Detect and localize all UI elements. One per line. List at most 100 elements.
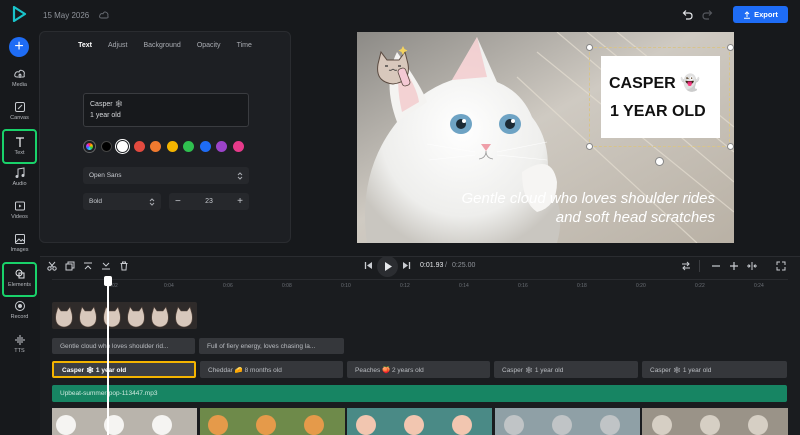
ruler-tick: 0:16 [518,283,528,289]
text-clip-selected[interactable]: Casper 🕸 1 year old [52,361,196,378]
text-properties-panel: Text Adjust Background Opacity Time Casp… [39,31,291,243]
zoom-in-icon[interactable] [729,261,739,271]
video-track[interactable] [52,408,788,435]
shapes-icon [15,269,24,279]
subtitle-clip-2[interactable]: Full of fiery energy, loves chasing la..… [199,338,344,354]
swatch-black[interactable] [100,141,112,152]
cloud-upload-icon [13,69,25,78]
sidebar-item-label: Canvas [10,115,29,121]
split-view-icon[interactable] [681,261,691,271]
font-size-value[interactable]: 23 [205,198,213,205]
sidebar-item-canvas[interactable]: Canvas [4,101,35,131]
scissors-icon[interactable] [47,261,57,271]
tab-background[interactable]: Background [135,42,188,49]
sidebar-item-label: Text [14,150,25,156]
subtitle-clip-1[interactable]: Gentle cloud who loves shoulder rid... [52,338,195,354]
resize-handle-bl[interactable] [586,143,593,150]
sidebar-item-audio[interactable]: Audio [4,167,35,197]
sidebar-item-videos[interactable]: Videos [4,200,35,230]
ruler-tick: 0:18 [577,283,587,289]
sidebar-item-elements[interactable]: Elements [2,262,37,297]
resize-handle-br[interactable] [727,143,734,150]
subtitle-line-1[interactable]: Gentle cloud who loves shoulder rides [357,190,715,207]
sidebar-item-label: Record [10,314,29,320]
bring-forward-icon[interactable] [83,261,93,271]
increase-size-button[interactable]: + [237,196,243,207]
video-icon [14,201,25,211]
text-clip[interactable]: Cheddar 🧀 8 months old [200,361,343,378]
tab-opacity[interactable]: Opacity [189,42,229,49]
swatch-purple[interactable] [216,141,227,152]
video-preview-canvas[interactable]: CASPER 👻 1 YEAR OLD Gentle cloud who lov… [357,32,734,243]
text-icon [15,137,24,147]
swatch-blue[interactable] [199,141,211,152]
sidebar-item-images[interactable]: Images [4,233,35,263]
total-time: 0:25.00 [452,262,476,269]
trash-icon[interactable] [119,261,129,271]
swatch-pink[interactable] [232,141,244,152]
play-button[interactable] [377,256,398,277]
swatch-yellow[interactable] [166,141,178,152]
sidebar-item-record[interactable]: Record [4,300,35,330]
music-note-icon [15,167,24,178]
app-logo-icon[interactable] [11,6,27,22]
tab-adjust[interactable]: Adjust [100,42,135,49]
duplicate-icon[interactable] [65,261,75,271]
zoom-out-icon[interactable] [711,261,721,271]
font-family-select[interactable]: Open Sans [83,167,249,184]
playhead-handle[interactable] [104,276,112,286]
sidebar-item-text[interactable]: Text [2,129,37,164]
tab-text[interactable]: Text [70,42,100,49]
ruler-tick: 0:08 [282,283,292,289]
canvas-icon [14,102,25,112]
skip-forward-icon[interactable] [402,261,411,270]
tab-time[interactable]: Time [229,42,260,49]
font-weight-select[interactable]: Bold [83,193,161,210]
swatch-orange[interactable] [150,141,161,152]
image-icon [14,234,25,244]
sidebar-item-label: Media [12,82,27,88]
undo-icon[interactable] [681,9,693,20]
waveform-icon [15,335,24,345]
video-thumbnails [52,408,788,435]
redo-icon[interactable] [702,9,714,20]
font-weight-value: Bold [89,198,103,205]
caption-box[interactable] [601,56,720,138]
ruler-tick: 0:22 [695,283,705,289]
chevron-updown-icon [237,171,243,180]
send-backward-icon[interactable] [101,261,111,271]
sidebar-item-label: TTS [14,348,25,354]
font-size-stepper[interactable]: − 23 + [169,193,249,210]
swatch-green[interactable] [183,141,194,152]
text-content-input[interactable]: Casper 🕸 1 year old [83,93,249,127]
text-clip[interactable]: Peaches 🍑 2 years old [347,361,490,378]
skip-back-icon[interactable] [364,261,373,270]
sidebar-item-label: Videos [11,214,28,220]
resize-handle-tl[interactable] [586,44,593,51]
rotate-handle-icon[interactable] [655,157,664,166]
sticker-clip[interactable] [52,302,197,329]
subtitle-line-2[interactable]: and soft head scratches [357,209,715,226]
fullscreen-icon[interactable] [776,261,786,271]
text-clip[interactable]: Casper 🕸 1 year old [642,361,787,378]
decrease-size-button[interactable]: − [175,196,181,207]
sidebar-item-media[interactable]: Media [4,68,35,98]
playhead[interactable] [107,277,109,435]
panel-tabs: Text Adjust Background Opacity Time [40,42,290,49]
swatch-red[interactable] [133,141,145,152]
audio-clip[interactable]: Upbeat-summer-pop-113447.mp3 [52,385,787,402]
export-button[interactable]: Export [733,6,788,23]
add-button[interactable]: + [9,37,29,57]
caption-line-2: 1 YEAR OLD [610,103,706,120]
chevron-updown-icon [149,197,155,206]
text-clip[interactable]: Casper 🕸 1 year old [494,361,638,378]
resize-handle-tr[interactable] [727,44,734,51]
left-rail: + Media Canvas Text Audio Videos Images … [0,0,40,435]
ruler-tick: 0:12 [400,283,410,289]
swatch-white[interactable] [115,139,130,154]
sidebar-item-label: Audio [12,181,27,187]
sidebar-item-tts[interactable]: TTS [4,334,35,364]
current-time: 0:01.93 [420,262,444,269]
fit-timeline-icon[interactable] [746,261,758,271]
color-wheel-icon[interactable] [84,141,95,152]
